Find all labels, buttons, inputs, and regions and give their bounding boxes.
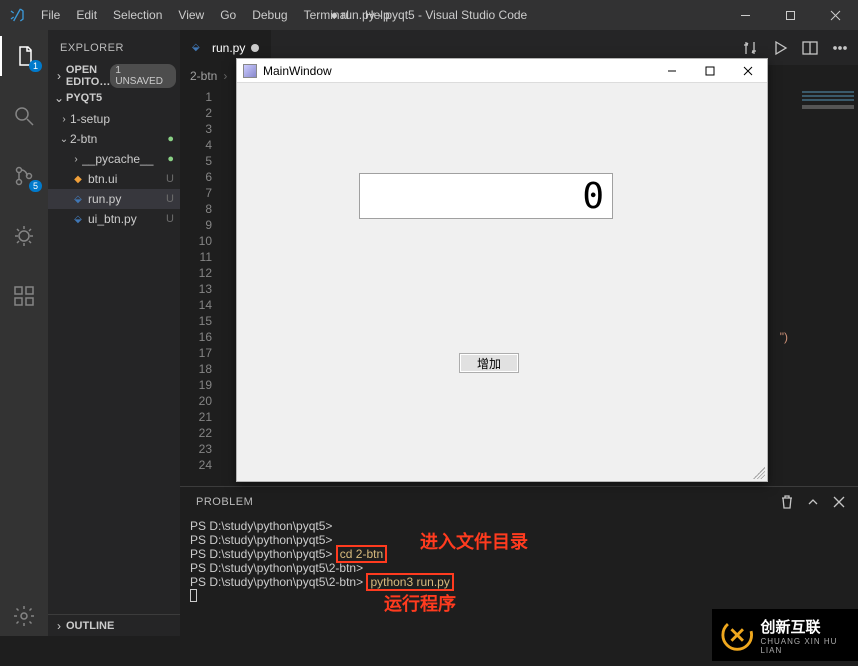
chevron-up-icon[interactable] [806,495,820,509]
line-gutter: 123456789101112131415161718192021222324 [180,87,224,486]
git-status-untracked: U [162,193,174,205]
file-row[interactable]: ⬙ui_btn.pyU [48,209,180,229]
code-fragment: ") [780,329,788,345]
menu-selection[interactable]: Selection [106,4,169,26]
ui-file-icon: ◆ [70,171,86,187]
activity-bar: 1 5 [0,30,48,636]
folder-row[interactable]: ›__pycache__● [48,149,180,169]
activity-settings[interactable] [0,596,48,636]
git-status-untracked: U [162,213,174,225]
watermark-sub: CHUANG XIN HU LIAN [760,637,858,655]
title-bar: File Edit Selection View Go Debug Termin… [0,0,858,30]
python-file-icon: ⬙ [192,42,206,53]
git-status-untracked: U [162,173,174,185]
minimap[interactable] [798,87,858,486]
watermark-brand: 创新互联 [760,616,858,637]
window-close-button[interactable] [813,0,858,30]
compare-changes-icon[interactable] [742,40,758,56]
panel-tab-problems[interactable]: PROBLEM [192,496,257,508]
terminal-command: python3 run.py [366,573,453,591]
annotation-run-program: 运行程序 [384,597,456,611]
menu-view[interactable]: View [171,4,211,26]
explorer-badge: 1 [29,60,42,72]
file-tree: ›1-setup⌄2-btn●›__pycache__●◆btn.uiU⬙run… [48,109,180,614]
scm-badge: 5 [29,180,42,192]
menu-debug[interactable]: Debug [245,4,294,26]
tree-item-label: 1-setup [70,112,162,126]
tree-item-label: btn.ui [88,172,162,186]
pyqt-app-icon [243,64,257,78]
tree-item-label: __pycache__ [82,152,162,166]
activity-search[interactable] [0,96,48,136]
pyqt-lcd-value: 0 [582,176,602,217]
tree-item-label: 2-btn [70,132,162,146]
activity-explorer[interactable]: 1 [0,36,48,76]
menu-go[interactable]: Go [213,4,243,26]
resize-grip-icon[interactable] [753,467,765,479]
pyqt-body: 0 增加 [237,83,767,481]
chevron-right-icon: › [58,114,70,125]
panel-header: PROBLEM [180,487,858,517]
tab-label: run.py [212,41,245,55]
chevron-down-icon: ⌄ [58,134,70,145]
chevron-right-icon: › [52,619,66,633]
git-status-modified-icon: ● [162,133,174,145]
terminal-line: PS D:\study\python\pyqt5\2-btn> python3 … [190,575,848,589]
terminal-line: PS D:\study\python\pyqt5\2-btn> [190,561,848,575]
trash-icon[interactable] [780,495,794,509]
menu-edit[interactable]: Edit [69,4,104,26]
folder-root-header[interactable]: ⌄ PYQT5 [48,87,180,109]
python-file-icon: ⬙ [70,211,86,227]
outline-header[interactable]: › OUTLINE [48,614,180,636]
chevron-right-icon: › [70,154,82,165]
python-file-icon: ⬙ [70,191,86,207]
menu-terminal[interactable]: Terminal [297,4,356,26]
unsaved-badge: 1 UNSAVED [110,64,176,88]
chevron-right-icon: › [223,69,227,83]
menu-help[interactable]: Help [358,4,397,26]
activity-scm[interactable]: 5 [0,156,48,196]
tree-item-label: run.py [88,192,162,206]
chevron-down-icon: ⌄ [52,91,66,105]
tree-item-label: ui_btn.py [88,212,162,226]
dirty-dot-icon [251,44,259,52]
annotation-enter-dir: 进入文件目录 [420,535,528,549]
breadcrumb-segment[interactable]: 2-btn [190,69,217,83]
terminal-line: PS D:\study\python\pyqt5> [190,519,848,533]
menu-file[interactable]: File [34,4,67,26]
vscode-logo-icon [0,7,34,23]
folder-row[interactable]: ⌄2-btn● [48,129,180,149]
watermark-logo-icon [720,617,754,653]
pyqt-close-button[interactable] [729,59,767,83]
more-actions-icon[interactable] [832,40,848,56]
split-editor-icon[interactable] [802,40,818,56]
pyqt-maximize-button[interactable] [691,59,729,83]
close-icon[interactable] [832,495,846,509]
sidebar-title: EXPLORER [48,30,180,65]
sidebar: EXPLORER › OPEN EDITO… 1 UNSAVED ⌄ PYQT5… [48,30,180,636]
chevron-right-icon: › [52,69,66,83]
git-status-modified-icon: ● [162,153,174,165]
run-icon[interactable] [772,40,788,56]
pyqt-minimize-button[interactable] [653,59,691,83]
folder-row[interactable]: ›1-setup [48,109,180,129]
pyqt-titlebar[interactable]: MainWindow [237,59,767,83]
pyqt-title: MainWindow [263,64,653,78]
pyqt-lcd-display: 0 [359,173,613,219]
open-editors-header[interactable]: › OPEN EDITO… 1 UNSAVED [48,65,180,87]
pyqt-main-window[interactable]: MainWindow 0 增加 [236,58,768,482]
menu-bar: File Edit Selection View Go Debug Termin… [34,4,397,26]
activity-debug[interactable] [0,216,48,256]
window-maximize-button[interactable] [768,0,813,30]
activity-extensions[interactable] [0,276,48,316]
terminal-cursor [190,589,197,602]
file-row[interactable]: ⬙run.pyU [48,189,180,209]
pyqt-increment-button[interactable]: 增加 [459,353,519,373]
watermark: 创新互联 CHUANG XIN HU LIAN [712,609,858,661]
window-minimize-button[interactable] [723,0,768,30]
file-row[interactable]: ◆btn.uiU [48,169,180,189]
